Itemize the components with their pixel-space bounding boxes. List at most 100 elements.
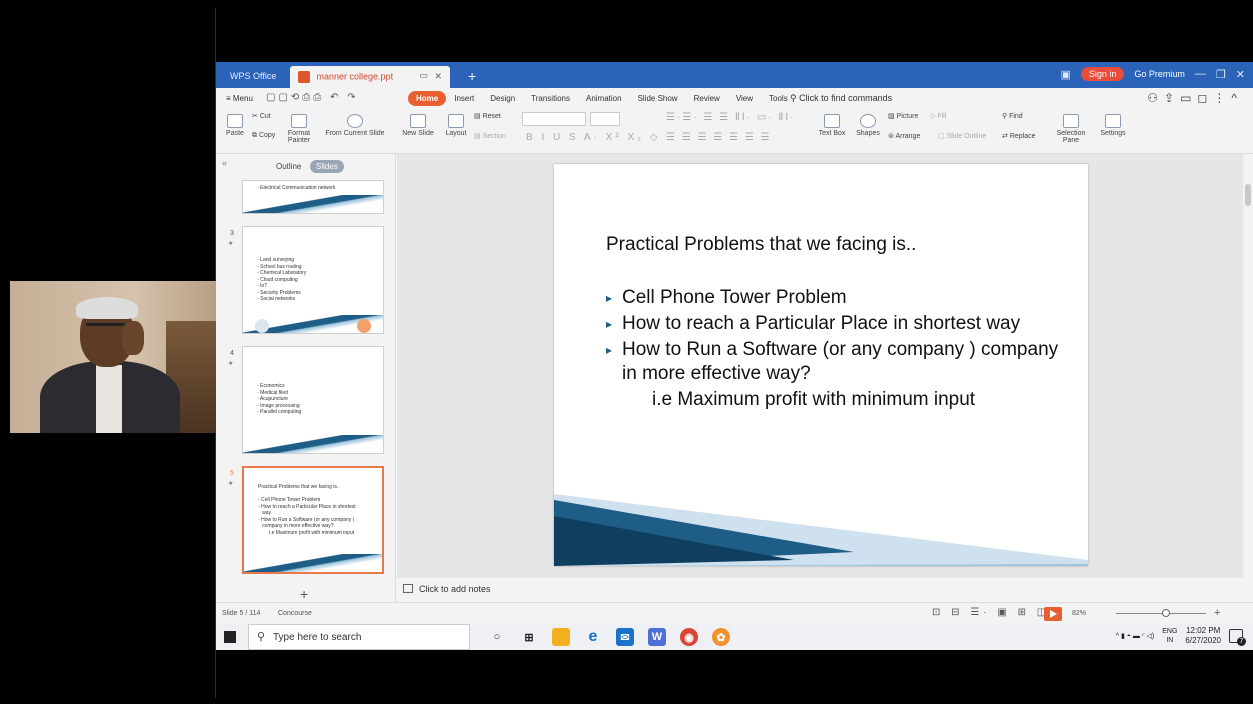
slide-thumbnail[interactable]: ◦ Electrical Communication network — [242, 180, 384, 214]
notification-count: 7 — [1237, 637, 1246, 646]
menubar-right-icons[interactable]: ⚇⇪▭◻⋮^ — [1147, 91, 1243, 105]
tab-animation[interactable]: Animation — [578, 91, 630, 106]
font-name-select[interactable] — [522, 112, 586, 126]
tab-design[interactable]: Design — [482, 91, 523, 106]
slide-number: 4 — [230, 350, 234, 357]
slideshow-play-button[interactable] — [1044, 607, 1062, 621]
format-painter-button[interactable]: Format Painter — [286, 114, 312, 144]
windows-start-icon[interactable] — [224, 631, 236, 643]
picture-button[interactable]: ▨ Picture — [888, 112, 928, 120]
edge-browser-icon[interactable]: e — [584, 628, 602, 646]
settings-button[interactable]: Settings — [1096, 114, 1130, 137]
add-badge-icon[interactable] — [357, 319, 371, 333]
find-commands-search[interactable]: ⚲ Click to find commands — [790, 93, 892, 104]
paragraph-icons[interactable]: ☰·☰· ☰ ☰ ⅡⅠ· ▭· ⅡⅠ· — [666, 112, 796, 123]
slide-wedge-graphic — [554, 494, 1088, 566]
reset-button[interactable]: ▤ Reset — [474, 112, 508, 120]
fill-button[interactable]: ◇ Fill — [930, 112, 960, 120]
play-circle-icon — [347, 114, 363, 128]
play-badge-icon[interactable] — [255, 319, 269, 333]
text-box-button[interactable]: Text Box — [814, 114, 850, 137]
notes-area[interactable]: Click to add notes — [397, 578, 1243, 602]
chrome-icon[interactable]: ◉ — [680, 628, 698, 646]
font-format-icons[interactable]: B I U S A· X² X₂ ◇ — [526, 132, 676, 143]
from-current-slide-button[interactable]: From Current Slide — [320, 114, 390, 137]
document-tab[interactable]: manner college.ppt ▭ ✕ — [290, 66, 450, 88]
tab-slides[interactable]: Slides — [310, 160, 344, 173]
main-menu-button[interactable]: ≡ Menu — [226, 94, 253, 103]
mail-icon[interactable]: ✉ — [616, 628, 634, 646]
slide-wedge-graphic — [244, 554, 382, 572]
tab-insert[interactable]: Insert — [446, 91, 482, 106]
paste-icon — [227, 114, 243, 128]
view-mode-icons[interactable]: ⊡ ⊟ ☰· ▣ ⊞ ◫ — [932, 607, 1050, 618]
new-slide-button[interactable]: New Slide — [398, 114, 438, 137]
slide-outline-button[interactable]: ▢ Slide Outline — [938, 132, 994, 140]
ribbon-tabs: Home Insert Design Transitions Animation… — [408, 91, 796, 106]
tab-review[interactable]: Review — [686, 91, 728, 106]
wps-office-tab[interactable]: WPS Office — [216, 66, 290, 88]
tab-outline[interactable]: Outline — [276, 162, 301, 171]
monitor-icon[interactable]: ▭ — [419, 70, 428, 81]
zoom-slider-knob[interactable] — [1162, 609, 1170, 617]
close-tab-icon[interactable]: ✕ — [434, 71, 442, 82]
shapes-icon — [860, 114, 876, 128]
add-slide-button[interactable]: + — [300, 586, 308, 602]
task-view-icon[interactable]: ⊞ — [520, 628, 538, 646]
collapse-panel-icon[interactable]: « — [222, 158, 227, 168]
tab-slide-show[interactable]: Slide Show — [630, 91, 686, 106]
new-tab-button[interactable]: + — [468, 68, 476, 84]
layout-button[interactable]: Layout — [440, 114, 472, 137]
scrollbar-thumb[interactable] — [1245, 184, 1251, 206]
close-window-icon[interactable]: ✕ — [1236, 68, 1245, 81]
replace-button[interactable]: ⇄ Replace — [1002, 132, 1050, 140]
restore-icon[interactable]: ❐ — [1216, 68, 1226, 81]
zoom-in-icon[interactable]: + — [1214, 607, 1220, 619]
arrange-button[interactable]: ⊜ Arrange — [888, 132, 934, 140]
tab-transitions[interactable]: Transitions — [523, 91, 578, 106]
find-button[interactable]: ⚲ Find — [1002, 112, 1036, 120]
tab-home[interactable]: Home — [408, 91, 447, 106]
go-premium-button[interactable]: Go Premium — [1134, 69, 1185, 79]
font-size-select[interactable] — [590, 112, 620, 126]
slide-thumbnail[interactable]: ◦ Economics ◦ Medical filed ◦ Acupunctur… — [242, 346, 384, 454]
slide-editing-area: Practical Problems that we facing is.. C… — [397, 154, 1243, 578]
file-explorer-icon[interactable] — [552, 628, 570, 646]
slide-thumbnail-selected[interactable]: Practical Problems that we facing is.. ◦… — [242, 466, 384, 574]
outline-icon: ▢ — [938, 133, 947, 140]
slide-thumbnail[interactable]: ◦ Land surveying ◦ School bus routing ◦ … — [242, 226, 384, 334]
layout-icon — [448, 114, 464, 128]
taskbar-clock[interactable]: 12:02 PM 6/27/2020 — [1185, 626, 1221, 646]
slide-number: 3 — [230, 230, 234, 237]
section-button[interactable]: ▤ Section — [474, 132, 514, 140]
zoom-slider[interactable] — [1116, 613, 1206, 614]
wps-writer-icon[interactable]: W — [648, 628, 666, 646]
quick-access-icons[interactable]: ▢▢⟲⎙⎙ ↶ ↷ — [266, 92, 359, 103]
cortana-icon[interactable]: ○ — [488, 628, 506, 646]
notification-center-icon[interactable]: 7 — [1229, 629, 1246, 646]
tab-view[interactable]: View — [728, 91, 761, 106]
taskbar-search-box[interactable]: ⚲ Type here to search — [248, 624, 470, 650]
account-icon[interactable]: ▣ — [1060, 68, 1070, 81]
shapes-button[interactable]: Shapes — [852, 114, 884, 137]
theme-name[interactable]: Concourse — [278, 610, 312, 617]
vertical-scrollbar[interactable] — [1243, 154, 1253, 578]
language-indicator[interactable]: ENG IN — [1162, 627, 1177, 645]
picture-icon: ▨ — [888, 113, 897, 120]
alignment-icons[interactable]: ☰ ☰ ☰ ☰ ☰ ☰ ☰ — [666, 132, 796, 143]
minimize-icon[interactable]: — — [1195, 68, 1206, 80]
slide-bullet-list[interactable]: Cell Phone Tower Problem How to reach a … — [606, 286, 1066, 412]
zoom-level[interactable]: 82% — [1072, 610, 1086, 617]
current-slide[interactable]: Practical Problems that we facing is.. C… — [554, 164, 1088, 566]
cut-button[interactable]: ✂ Cut — [252, 112, 282, 120]
app-flower-icon[interactable]: ✿ — [712, 628, 730, 646]
copy-button[interactable]: ⧉ Copy — [252, 132, 286, 140]
paste-button[interactable]: Paste — [222, 114, 248, 137]
slide-title[interactable]: Practical Problems that we facing is.. — [606, 234, 916, 256]
sign-in-button[interactable]: Sign in — [1080, 67, 1125, 81]
selection-pane-button[interactable]: Selection Pane — [1056, 114, 1086, 144]
star-icon: ★ — [228, 241, 234, 247]
tray-icons[interactable]: ^ ▮ ◓ ▬ ◜ ◁) — [1116, 632, 1155, 640]
brush-icon — [291, 114, 307, 128]
replace-icon: ⇄ — [1002, 133, 1010, 140]
